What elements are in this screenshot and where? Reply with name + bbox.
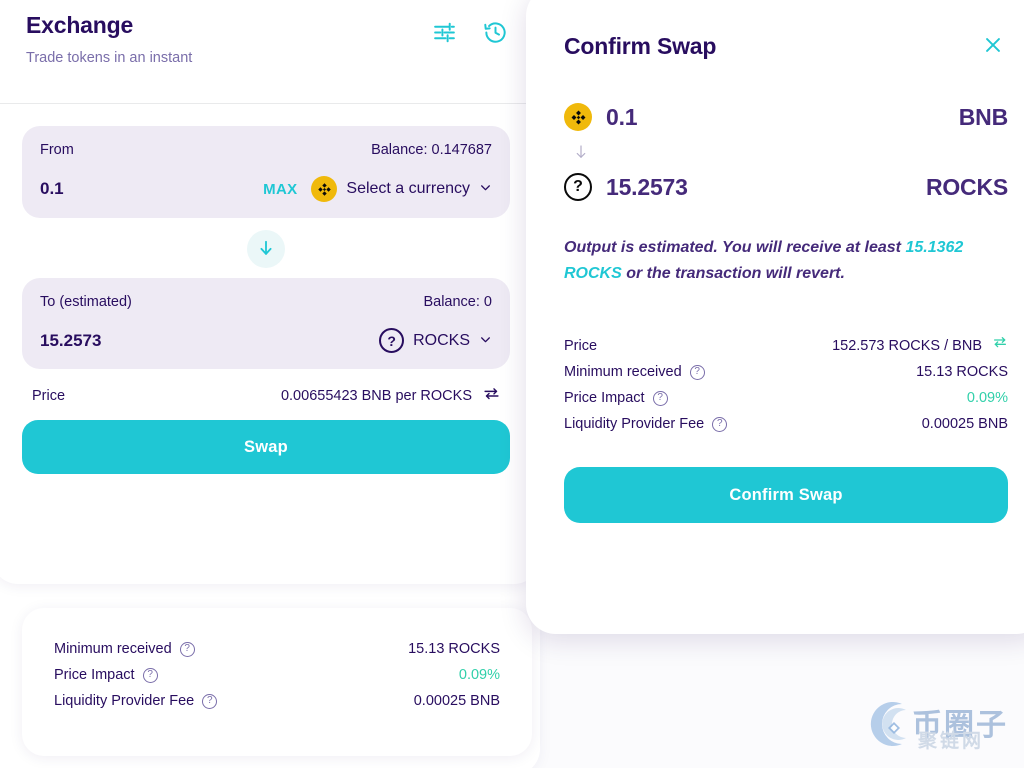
from-panel-bottom-row: MAX Select a currency bbox=[40, 176, 492, 202]
modal-minimum-received-label-group: Minimum received ? bbox=[564, 359, 705, 385]
trade-details-card: Minimum received ? 15.13 ROCKS Price Imp… bbox=[22, 608, 532, 756]
to-currency-label: ROCKS bbox=[413, 331, 470, 349]
modal-liquidity-fee-label-group: Liquidity Provider Fee ? bbox=[564, 411, 728, 437]
liquidity-fee-value: 0.00025 BNB bbox=[413, 693, 500, 709]
modal-price-impact-value: 0.09% bbox=[966, 390, 1008, 406]
help-icon[interactable]: ? bbox=[142, 667, 158, 683]
page-subtitle: Trade tokens in an instant bbox=[26, 50, 193, 66]
switch-tokens-row bbox=[22, 230, 510, 268]
from-token-panel: From Balance: 0.147687 MAX bbox=[22, 126, 510, 218]
close-button[interactable] bbox=[978, 30, 1008, 63]
to-label: To (estimated) bbox=[40, 294, 132, 310]
price-impact-label-group: Price Impact ? bbox=[54, 662, 158, 688]
from-panel-top-row: From Balance: 0.147687 bbox=[40, 140, 492, 160]
help-icon[interactable]: ? bbox=[652, 390, 668, 406]
detail-row: Liquidity Provider Fee ? 0.00025 BNB bbox=[54, 688, 500, 714]
liquidity-fee-label: Liquidity Provider Fee bbox=[54, 693, 195, 709]
price-impact-label: Price Impact bbox=[54, 667, 135, 683]
modal-from-row: 0.1 BNB bbox=[564, 103, 1008, 131]
modal-price-value: 152.573 ROCKS / BNB bbox=[832, 338, 982, 354]
modal-to-left: ? 15.2573 bbox=[564, 173, 688, 201]
from-amount-input[interactable] bbox=[40, 179, 190, 199]
modal-to-symbol: ROCKS bbox=[925, 173, 1008, 200]
price-label: Price bbox=[32, 387, 66, 404]
modal-detail-row: Price 152.573 ROCKS / BNB bbox=[564, 333, 1008, 359]
swap-direction-icon[interactable] bbox=[992, 333, 1008, 359]
modal-title: Confirm Swap bbox=[564, 33, 717, 59]
chevron-down-icon bbox=[479, 181, 492, 197]
swap-direction-icon[interactable] bbox=[483, 385, 500, 406]
modal-details-list: Price 152.573 ROCKS / BNB Minimum receiv… bbox=[564, 333, 1008, 437]
modal-liquidity-fee-label: Liquidity Provider Fee bbox=[564, 416, 705, 432]
close-x-icon bbox=[982, 34, 1004, 59]
modal-price-impact-label-group: Price Impact ? bbox=[564, 385, 668, 411]
confirm-swap-modal: Confirm Swap 0.1 BNB ? 15.2573 ROCKS Out… bbox=[526, 0, 1024, 634]
to-controls: ? ROCKS bbox=[379, 328, 492, 353]
to-currency-select[interactable]: ? ROCKS bbox=[379, 328, 492, 353]
price-impact-value: 0.09% bbox=[458, 667, 500, 683]
bnb-token-icon bbox=[564, 103, 592, 131]
settings-sliders-icon[interactable] bbox=[432, 20, 457, 50]
confirm-swap-button[interactable]: Confirm Swap bbox=[564, 467, 1008, 523]
exchange-body: From Balance: 0.147687 MAX bbox=[0, 104, 540, 474]
swap-button[interactable]: Swap bbox=[22, 420, 510, 474]
modal-price-label: Price bbox=[564, 338, 598, 354]
chevron-down-icon bbox=[479, 333, 492, 349]
modal-from-symbol: BNB bbox=[958, 103, 1008, 130]
arrow-down-icon bbox=[256, 238, 276, 261]
estimate-note-suffix: or the transaction will revert. bbox=[621, 265, 845, 282]
modal-header: Confirm Swap bbox=[564, 30, 1008, 63]
price-value-wrap: 0.00655423 BNB per ROCKS bbox=[281, 385, 500, 406]
minimum-received-label: Minimum received bbox=[54, 641, 172, 657]
estimate-note: Output is estimated. You will receive at… bbox=[564, 235, 1008, 287]
header-icon-group bbox=[432, 20, 508, 50]
modal-detail-row: Liquidity Provider Fee ? 0.00025 BNB bbox=[564, 411, 1008, 437]
exchange-header: Exchange Trade tokens in an instant bbox=[0, 0, 540, 104]
modal-from-amount: 0.1 bbox=[606, 103, 638, 130]
modal-minimum-received-label: Minimum received bbox=[564, 364, 682, 380]
exchange-card: Exchange Trade tokens in an instant From… bbox=[0, 0, 540, 584]
to-amount-input[interactable] bbox=[40, 330, 190, 351]
help-icon[interactable]: ? bbox=[712, 416, 728, 432]
modal-liquidity-fee-value: 0.00025 BNB bbox=[921, 416, 1008, 432]
to-token-panel: To (estimated) Balance: 0 ? ROCKS bbox=[22, 278, 510, 369]
minimum-received-value: 15.13 ROCKS bbox=[408, 641, 500, 657]
modal-to-amount: 15.2573 bbox=[606, 173, 688, 200]
from-currency-select[interactable]: Select a currency bbox=[311, 176, 492, 202]
minimum-received-label-group: Minimum received ? bbox=[54, 636, 195, 662]
to-panel-top-row: To (estimated) Balance: 0 bbox=[40, 292, 492, 312]
price-row: Price 0.00655423 BNB per ROCKS bbox=[22, 369, 510, 420]
max-button[interactable]: MAX bbox=[263, 181, 297, 198]
token-summary: 0.1 BNB ? 15.2573 ROCKS bbox=[564, 103, 1008, 201]
detail-row: Minimum received ? 15.13 ROCKS bbox=[54, 636, 500, 662]
estimate-note-prefix: Output is estimated. You will receive at… bbox=[564, 239, 906, 256]
from-balance: Balance: 0.147687 bbox=[371, 142, 492, 158]
detail-row: Price Impact ? 0.09% bbox=[54, 662, 500, 688]
switch-tokens-button[interactable] bbox=[247, 230, 285, 268]
help-icon[interactable]: ? bbox=[689, 364, 705, 380]
unknown-token-icon: ? bbox=[564, 173, 592, 201]
from-currency-label: Select a currency bbox=[346, 180, 470, 197]
unknown-token-icon: ? bbox=[379, 328, 405, 353]
to-panel-bottom-row: ? ROCKS bbox=[40, 328, 492, 353]
modal-to-row: ? 15.2573 ROCKS bbox=[564, 173, 1008, 201]
modal-minimum-received-value: 15.13 ROCKS bbox=[916, 364, 1008, 380]
help-icon[interactable]: ? bbox=[202, 693, 218, 709]
from-controls: MAX Select a currency bbox=[263, 176, 492, 202]
from-label: From bbox=[40, 142, 74, 158]
modal-price-impact-label: Price Impact bbox=[564, 390, 645, 406]
modal-direction-arrow bbox=[572, 141, 1008, 163]
price-value: 0.00655423 BNB per ROCKS bbox=[280, 387, 472, 404]
arrow-down-icon bbox=[572, 145, 590, 167]
modal-detail-row: Price Impact ? 0.09% bbox=[564, 385, 1008, 411]
modal-price-value-wrap: 152.573 ROCKS / BNB bbox=[832, 333, 1008, 359]
help-icon[interactable]: ? bbox=[179, 641, 195, 657]
liquidity-fee-label-group: Liquidity Provider Fee ? bbox=[54, 688, 218, 714]
to-balance: Balance: 0 bbox=[423, 294, 492, 310]
modal-from-left: 0.1 bbox=[564, 103, 638, 131]
modal-detail-row: Minimum received ? 15.13 ROCKS bbox=[564, 359, 1008, 385]
bnb-token-icon bbox=[311, 176, 338, 202]
history-clock-icon[interactable] bbox=[483, 20, 508, 50]
modal-price-label-group: Price bbox=[564, 333, 597, 359]
